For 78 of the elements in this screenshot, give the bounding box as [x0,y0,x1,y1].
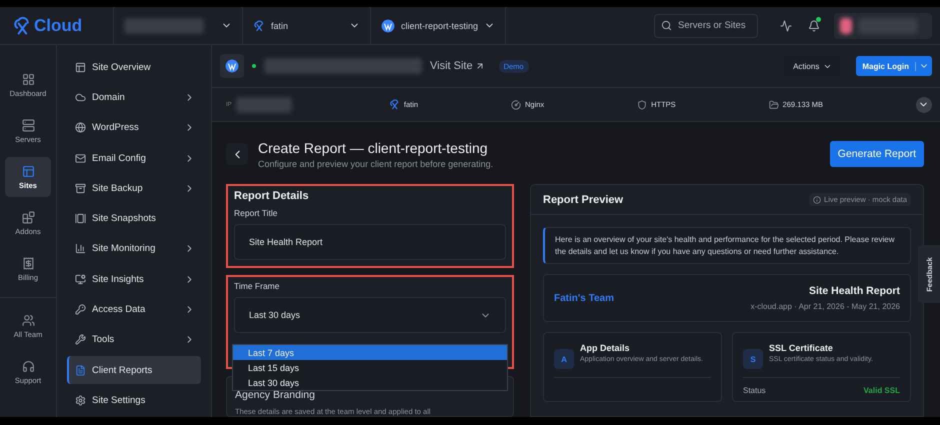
letter-icon: S [743,349,763,370]
preview-title: Report Preview [543,194,624,206]
report-title: Site Health Report [808,285,900,298]
document-icon [75,364,86,376]
layout-icon [22,164,34,178]
menu-option[interactable]: Last 7 days [233,345,507,360]
archive-icon [75,182,86,194]
site-breadcrumb[interactable]: client-report-testing [401,20,478,30]
folder-icon [768,100,779,110]
row-label: Status [743,386,766,396]
globe-icon [75,122,86,134]
gallery-icon [75,213,86,224]
nav-item[interactable]: Access Data [67,295,201,324]
magic-login-button[interactable]: Magic Login [856,56,932,76]
nav-item[interactable]: Site Insights [67,265,201,294]
nav-item[interactable]: Tools [67,326,201,354]
actions-button[interactable]: Actions [785,56,840,76]
intro-text: Here is an overview of your site's health and performance for the selected period. Please review the details and let us know if you have any questions or need further assistance. [543,227,911,264]
nav-item[interactable]: Site Settings [67,386,201,415]
team-name: Fatin's Team [554,292,614,304]
back-button[interactable] [226,143,248,165]
wrench-icon [75,334,86,346]
nav-item[interactable]: Email Config [67,144,201,172]
card-title: App Details [580,343,631,354]
mail-icon [75,152,86,164]
bell-icon [808,20,820,32]
nav-item[interactable]: Site Overview [67,53,201,82]
layout-icon [75,62,86,73]
shield-icon [637,100,648,110]
row-value: Valid SSL [864,386,900,396]
settings-icon [75,394,86,406]
menu-option[interactable]: Last 30 days [233,375,507,390]
activity-icon [780,20,792,32]
cloud-x-logo-icon [12,16,32,36]
search-field[interactable]: Servers or Sites [654,14,758,38]
monitor-icon [75,274,86,285]
wordpress-icon [225,59,239,73]
menu-option[interactable]: Last 15 days [233,360,507,375]
bar-chart-icon [75,243,86,254]
generate-report-button[interactable]: Generate Report [830,141,924,167]
key-icon [75,304,86,316]
cloud-x-logo-icon [253,20,265,32]
report-title-field[interactable]: Site Health Report [234,224,506,260]
grid-icon [22,72,34,86]
server-icon [22,118,34,132]
blurred-ip-address [236,96,292,112]
users-icon [22,314,34,326]
report-meta: x-cloud.app · Apr 21, 2026 - May 21, 2026 [750,302,900,312]
receipt-icon [22,256,34,270]
page-title: Create Report — client-report-testing [258,140,489,156]
gauge-icon [511,100,521,110]
nav-item[interactable]: Site Backup [67,174,201,202]
card-title: SSL Certificate [769,343,834,354]
section-title: Report Details [234,190,310,202]
cloud-icon [75,92,86,103]
section-title: Agency Branding [235,389,316,401]
field-label: Report Title [234,208,278,218]
headphones-icon [22,360,34,372]
page-subtitle: Configure and preview your client report before generating. [258,158,494,168]
blocks-icon [22,210,34,224]
visit-site-link[interactable]: Visit Site [430,60,485,72]
external-link-icon [474,61,485,71]
nav-item[interactable]: Site Monitoring [67,234,201,264]
nav-item[interactable]: WordPress [67,114,201,142]
info-icon [813,196,822,204]
brand-logo: Cloud [34,16,82,36]
cloud-x-logo-icon [388,99,400,110]
server-breadcrumb[interactable]: fatin [271,20,288,30]
wordpress-icon [381,18,395,32]
user-menu[interactable] [834,12,932,38]
search-icon [661,20,672,31]
nav-item[interactable]: Site Snapshots [67,204,201,233]
time-frame-select[interactable]: Last 30 days [234,297,506,333]
nav-item[interactable]: Client Reports [67,356,201,384]
letter-icon: A [554,349,574,370]
nav-item[interactable]: Domain [67,83,201,112]
field-label: Time Frame [234,281,280,291]
expand-button[interactable] [916,96,932,112]
